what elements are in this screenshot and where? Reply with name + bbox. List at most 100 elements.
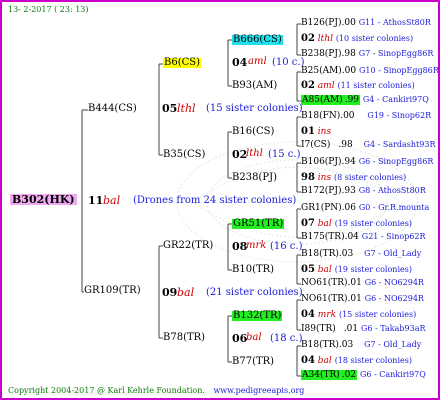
gen2-b6-mark: aml <box>248 56 267 67</box>
root-id[interactable]: B302(HK) <box>10 194 77 205</box>
gen4-id[interactable]: B106(PJ) <box>301 157 341 167</box>
gen3-gr51[interactable]: GR51(TR) <box>232 219 285 229</box>
gen4-val: .03 <box>338 340 354 350</box>
gen3-b10[interactable]: B10(TR) <box>232 265 274 275</box>
gen3-b238[interactable]: B238(PJ) <box>232 173 277 183</box>
gen4-row: B126(PJ).00 G11 - AthosSt80R <box>301 19 431 28</box>
gen2-b78-note: (18 c.) <box>270 333 303 344</box>
gen4-row: 01 ins <box>301 127 331 137</box>
gen2-gr22-id[interactable]: GR22(TR) <box>163 241 213 251</box>
gen4-id[interactable]: B126(PJ) <box>301 18 341 28</box>
gen4-row: B18(FN).00 G19 - Sinop62R <box>301 112 431 121</box>
gen2-b35-note: (15 c.) <box>268 149 301 160</box>
gen4-desc: G0 - Gr.R.mounta <box>358 203 430 212</box>
footer-url-link[interactable]: www.pedigreeapis.org <box>213 386 304 395</box>
gen4-gen: 98 <box>301 172 315 183</box>
gen4-desc: G21 - Sinop62R <box>361 232 426 241</box>
gen4-val: .93 <box>341 186 356 196</box>
header-date: 13- 2-2017 ( 23: 13) <box>8 5 89 14</box>
gen1-top-note: (15 sister colonies) <box>206 103 303 114</box>
gen4-id[interactable]: B238(PJ) <box>301 49 341 59</box>
gen4-val: .06 <box>341 203 356 213</box>
gen4-id[interactable]: B18(TR) <box>301 249 339 259</box>
gen2-gr22-mark: mrk <box>246 240 267 251</box>
gen4-row: B106(PJ).94 G6 - SinopEgg86R <box>301 158 433 167</box>
gen4-row: A85(AM) .99 G4 - Cankiri97Q <box>301 95 429 105</box>
gen4-row: 04 bal (18 sister colonies) <box>301 356 412 366</box>
gen4-row: B238(PJ).98 G7 - SinopEgg86R <box>301 50 433 59</box>
gen4-mark: ins <box>317 173 332 183</box>
gen1-bottom-gen: 09 <box>162 286 178 299</box>
gen4-id[interactable]: B175(TR) <box>301 232 345 242</box>
gen4-mark: aml <box>317 81 335 91</box>
gen4-id[interactable]: B18(TR) <box>301 340 339 350</box>
gen4-val: .01 <box>347 278 362 288</box>
gen4-id[interactable]: B172(PJ) <box>301 186 341 196</box>
gen4-mark: bal <box>317 265 332 275</box>
gen3-b93[interactable]: B93(AM) <box>232 81 277 91</box>
gen4-id[interactable]: GR1(PN) <box>301 203 342 213</box>
root-note: (Drones from 24 sister colonies) <box>133 195 297 206</box>
gen4-gen: 02 <box>301 80 315 91</box>
gen4-desc: G4 - Cankiri97Q <box>362 95 429 104</box>
gen1-top-mark: lthl <box>177 102 196 115</box>
gen4-val: .98 <box>341 49 356 59</box>
gen4-gen: 04 <box>301 309 315 320</box>
gen4-val: .01 <box>347 294 362 304</box>
gen4-desc: G6 - NO6294R <box>364 294 424 303</box>
gen4-id[interactable]: NO61(TR) <box>301 278 348 288</box>
gen4-val: .00 <box>341 66 357 76</box>
gen4-row: A34(TR) .02 G6 - Cankiri97Q <box>301 370 426 380</box>
gen4-note: (8 sister colonies) <box>333 173 407 182</box>
gen3-b77[interactable]: B77(TR) <box>232 357 274 367</box>
gen4-desc: G6 - SinopEgg86R <box>358 157 434 166</box>
gen4-id[interactable]: NO61(TR) <box>301 294 348 304</box>
gen4-row: 02 aml (11 sister colonies) <box>301 81 415 91</box>
gen4-id[interactable]: B18(FN) <box>301 111 340 121</box>
gen4-val: .00 <box>341 18 356 28</box>
gen1-top-id[interactable]: B444(CS) <box>88 104 137 114</box>
gen4-val: .98 <box>338 140 353 150</box>
gen4-mark: bal <box>317 356 332 366</box>
gen4-row: 07 bal (19 sister colonies) <box>301 219 412 229</box>
gen4-row: I89(TR) .01 G6 - Takab93aR <box>301 325 425 334</box>
gen4-desc: G10 - SinopEgg86R <box>359 66 439 75</box>
gen4-id[interactable]: I7(CS) <box>301 140 330 150</box>
root-gen: 11 <box>88 194 104 207</box>
gen4-mark: lthl <box>317 34 333 44</box>
gen3-b16[interactable]: B16(CS) <box>232 127 274 137</box>
gen4-val: .00 <box>340 111 355 121</box>
gen2-b6-id[interactable]: B6(CS) <box>163 58 202 68</box>
gen4-desc: G7 - Old_Lady <box>364 249 422 258</box>
gen2-b78-id[interactable]: B78(TR) <box>163 333 205 343</box>
gen4-row: 04 mrk (15 sister colonies) <box>301 310 416 320</box>
gen4-id[interactable]: B25(AM) <box>301 66 342 76</box>
pedigree-frame: 13- 2-2017 ( 23: 13) B302(HK) 11 bal (Dr… <box>0 0 440 400</box>
gen4-desc: G6 - Cankiri97Q <box>359 370 426 379</box>
gen4-desc: G7 - Old_Lady <box>364 340 422 349</box>
gen4-id[interactable]: A85(AM) <box>301 95 344 105</box>
gen4-val: .04 <box>344 232 359 242</box>
gen4-row: B175(TR).04 G21 - Sinop62R <box>301 233 426 242</box>
gen4-mark: bal <box>317 219 332 229</box>
footer: Copyright 2004-2017 @ Karl Kehrle Founda… <box>8 387 304 395</box>
gen4-row: B18(TR).03 G7 - Old_Lady <box>301 341 421 350</box>
gen4-mark: mrk <box>317 310 337 320</box>
gen2-b35-id[interactable]: B35(CS) <box>163 150 205 160</box>
gen4-desc: G7 - SinopEgg86R <box>358 49 434 58</box>
gen4-id[interactable]: A34(TR) <box>301 370 341 380</box>
gen4-id[interactable]: I89(TR) <box>301 324 336 334</box>
gen4-note: (11 sister colonies) <box>337 81 415 90</box>
footer-copyright: Copyright 2004-2017 @ Karl Kehrle Founda… <box>8 386 205 395</box>
gen4-val: .99 <box>343 95 361 105</box>
gen4-note: (10 sister colonies) <box>335 34 414 43</box>
gen3-b132[interactable]: B132(TR) <box>232 311 283 321</box>
gen4-gen: 01 <box>301 126 315 137</box>
gen2-b35-mark: lthl <box>246 148 263 159</box>
gen4-val: .01 <box>343 324 359 334</box>
gen3-b666[interactable]: B666(CS) <box>232 35 283 45</box>
gen4-note: (18 sister colonies) <box>334 356 412 365</box>
gen1-bottom-id[interactable]: GR109(TR) <box>84 286 141 296</box>
gen4-row: B25(AM).00 G10 - SinopEgg86R <box>301 66 439 76</box>
gen2-gr22-note: (16 c.) <box>270 241 303 252</box>
